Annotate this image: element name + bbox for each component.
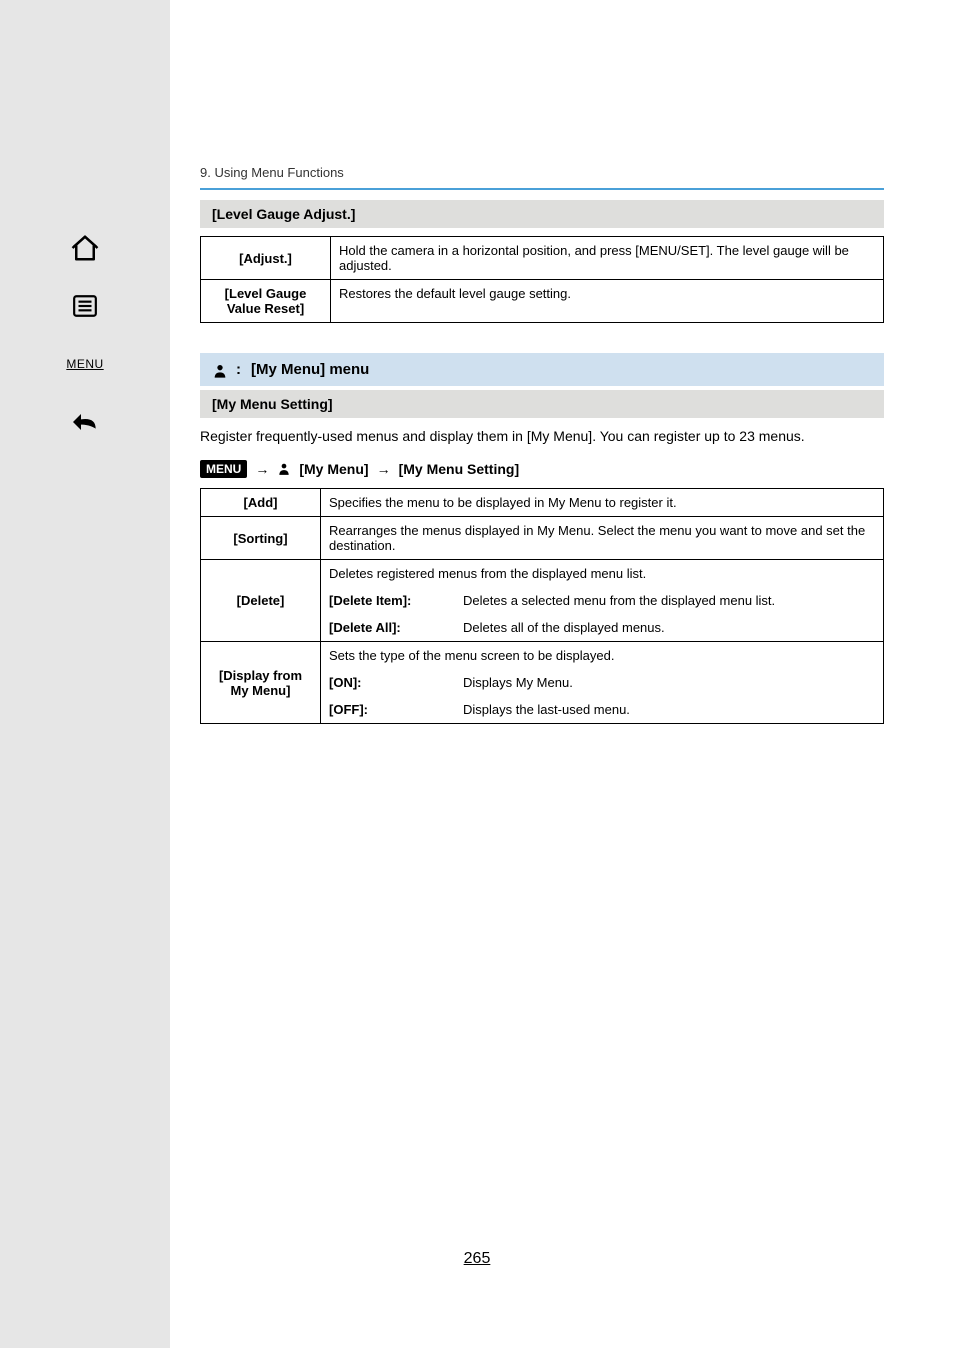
sorting-desc: Rearranges the menus displayed in My Men… [321,517,884,560]
path-seg2: [My Menu Setting] [399,461,520,477]
display-off-label: [OFF]: [329,702,449,717]
menu-path: MENU → [My Menu] → [My Menu Setting] [200,460,884,478]
menu-badge: MENU [200,460,247,478]
delete-all-label: [Delete All]: [329,620,449,635]
delete-label: [Delete] [201,560,321,642]
delete-item-label: [Delete Item]: [329,593,449,608]
add-desc: Specifies the menu to be displayed in My… [321,489,884,517]
path-seg1: [My Menu] [299,461,368,477]
back-icon[interactable] [67,404,103,440]
arrow-icon: → [255,461,269,477]
sorting-label: [Sorting] [201,517,321,560]
level-gauge-table: [Adjust.] Hold the camera in a horizonta… [200,236,884,323]
page-number: 265 [0,1250,954,1268]
table-row: [Sorting] Rearranges the menus displayed… [201,517,884,560]
main-content: 9. Using Menu Functions [Level Gauge Adj… [200,165,884,724]
breadcrumb: 9. Using Menu Functions [200,165,884,190]
my-menu-table: [Add] Specifies the menu to be displayed… [200,488,884,724]
my-menu-setting-heading: [My Menu Setting] [200,390,884,418]
reset-label: [Level Gauge Value Reset] [201,280,331,323]
colon: : [236,361,241,378]
display-on-desc: Displays My Menu. [463,675,875,690]
my-menu-intro: Register frequently-used menus and displ… [200,426,884,446]
delete-item-desc: Deletes a selected menu from the display… [463,593,875,608]
reset-desc: Restores the default level gauge setting… [331,280,884,323]
display-line1: Sets the type of the menu screen to be d… [321,642,884,670]
document-icon[interactable] [67,288,103,324]
display-off-desc: Displays the last-used menu. [463,702,875,717]
delete-item-row: [Delete Item]: Deletes a selected menu f… [321,587,884,614]
display-on-row: [ON]: Displays My Menu. [321,669,884,696]
my-menu-header-label: [My Menu] menu [251,361,369,378]
display-off-row: [OFF]: Displays the last-used menu. [321,696,884,724]
level-gauge-heading: [Level Gauge Adjust.] [200,200,884,228]
person-icon [277,461,291,477]
table-row: [Adjust.] Hold the camera in a horizonta… [201,237,884,280]
table-row: [Display from My Menu] Sets the type of … [201,642,884,670]
delete-line1: Deletes registered menus from the displa… [321,560,884,588]
delete-all-desc: Deletes all of the displayed menus. [463,620,875,635]
display-label: [Display from My Menu] [201,642,321,724]
sidebar: MENU [0,0,170,1348]
table-row: [Delete] Deletes registered menus from t… [201,560,884,588]
display-on-label: [ON]: [329,675,449,690]
home-icon[interactable] [67,230,103,266]
table-row: [Level Gauge Value Reset] Restores the d… [201,280,884,323]
table-row: [Add] Specifies the menu to be displayed… [201,489,884,517]
adjust-label: [Adjust.] [201,237,331,280]
delete-all-row: [Delete All]: Deletes all of the display… [321,614,884,642]
person-icon [212,362,226,378]
menu-text-icon[interactable]: MENU [67,346,103,382]
my-menu-header: : [My Menu] menu [200,353,884,386]
adjust-desc: Hold the camera in a horizontal position… [331,237,884,280]
arrow-icon: → [377,461,391,477]
add-label: [Add] [201,489,321,517]
